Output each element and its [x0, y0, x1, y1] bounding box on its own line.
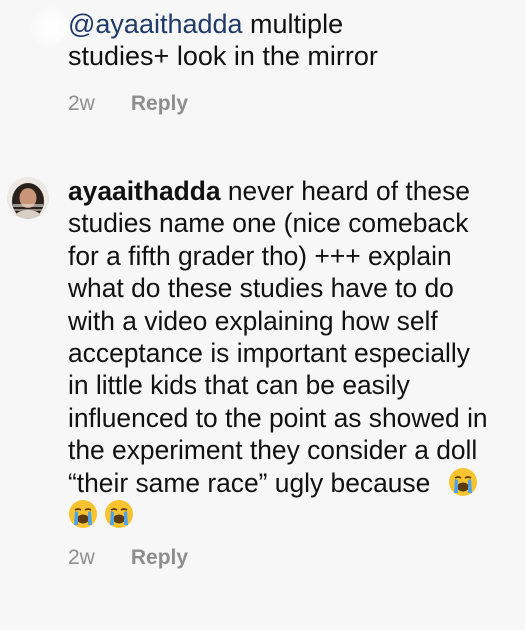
faded-avatar	[28, 6, 68, 46]
reply-comment-line-1: @ayaaithadda multiple	[68, 9, 344, 39]
avatar-photo-icon	[7, 177, 49, 219]
comments-view: @ayaaithadda multiple studies+ look in t…	[0, 0, 525, 630]
avatar[interactable]	[7, 177, 49, 219]
comment-meta: 2w Reply	[68, 546, 188, 570]
comment-line: studies name one (nice comeback	[68, 208, 469, 239]
mention-link[interactable]: @ayaaithadda	[68, 9, 243, 39]
comment-line: what do these studies have to do	[68, 273, 454, 304]
comment-line: influenced to the point as showed in	[68, 402, 488, 433]
comment-line: for a fifth grader tho) +++ explain	[68, 240, 452, 271]
comment-line: ayaaithadda never heard of these	[68, 176, 470, 206]
reply-button[interactable]: Reply	[131, 92, 188, 116]
comment-timestamp: 2w	[68, 546, 95, 569]
comment-line: the experiment they consider a doll	[68, 435, 478, 466]
comment-line: with a video explaining how self	[68, 305, 438, 336]
loudly-crying-face-icon	[69, 500, 97, 529]
comment-timestamp: 2w	[68, 92, 95, 115]
reply-comment-text: @ayaaithadda multiple studies+ look in t…	[68, 8, 525, 72]
loudly-crying-face-icon	[448, 467, 477, 496]
comment-username[interactable]: ayaaithadda	[68, 176, 221, 206]
comment-text: ayaaithadda never heard of these studies…	[68, 175, 525, 531]
comment-line: “their same race” ugly because	[68, 467, 525, 499]
comment-line	[68, 499, 525, 531]
comment-meta: 2w Reply	[68, 92, 188, 116]
loudly-crying-face-icon	[105, 500, 133, 529]
comment-line: acceptance is important especially	[68, 338, 470, 369]
comment-line: in little kids that can be easily	[68, 370, 410, 401]
reply-comment-line-2: studies+ look in the mirror	[68, 41, 378, 71]
reply-button[interactable]: Reply	[131, 546, 188, 570]
